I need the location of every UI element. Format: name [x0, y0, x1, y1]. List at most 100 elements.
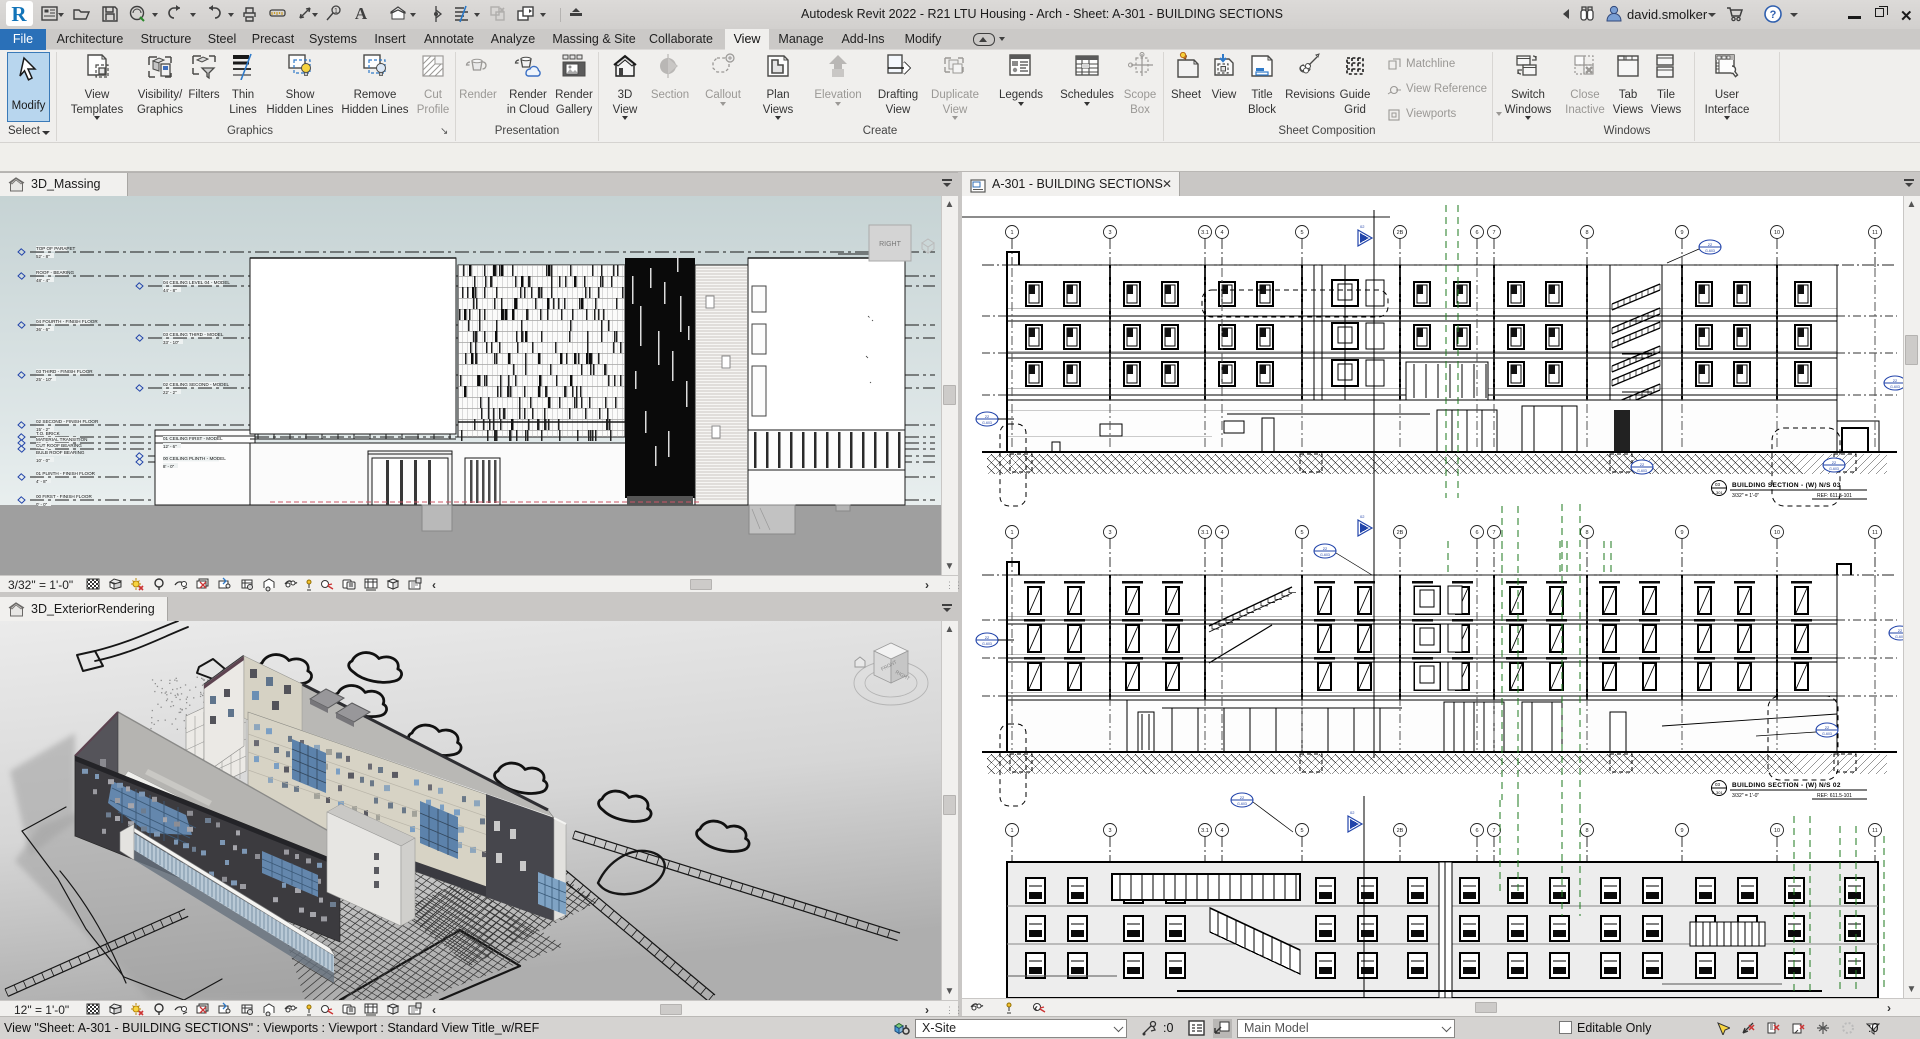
svg-text:11: 11	[1872, 828, 1878, 834]
svg-text:G-603: G-603	[1637, 469, 1647, 473]
svg-text:G-603: G-603	[1890, 385, 1900, 389]
svg-text:22: 22	[1640, 462, 1645, 467]
svg-text:7: 7	[1492, 530, 1495, 536]
svg-text:A-301: A-301	[1712, 490, 1723, 495]
svg-text:9: 9	[1680, 530, 1683, 536]
svg-text:BUILDING SECTION - (W) N/S 02: BUILDING SECTION - (W) N/S 02	[1732, 782, 1841, 789]
svg-text:CUT ROOF BEARING: CUT ROOF BEARING	[36, 443, 82, 448]
svg-text:04 CEILING LEVEL 04 - MODEL: 04 CEILING LEVEL 04 - MODEL	[163, 280, 230, 285]
svg-text:2B: 2B	[1397, 530, 1404, 536]
svg-text:G-603: G-603	[1829, 467, 1839, 471]
svg-text:02 CEILING SECOND - MODEL: 02 CEILING SECOND - MODEL	[163, 382, 230, 387]
svg-text:6: 6	[1475, 230, 1478, 236]
svg-text:R: R	[11, 2, 27, 26]
svg-text:52' - 8": 52' - 8"	[36, 254, 50, 259]
svg-text:3/32" = 1'-0": 3/32" = 1'-0"	[1732, 493, 1759, 499]
svg-text:4: 4	[1220, 230, 1223, 236]
svg-text:5: 5	[1300, 530, 1303, 536]
svg-text:MATERIAL TRANSITION: MATERIAL TRANSITION	[36, 437, 87, 442]
svg-text:10: 10	[1774, 530, 1780, 536]
svg-text:REF: 611.5-101: REF: 611.5-101	[1817, 493, 1852, 499]
svg-text:02: 02	[1360, 514, 1365, 519]
svg-text:22: 22	[1708, 242, 1713, 247]
svg-text:7: 7	[1492, 828, 1495, 834]
svg-text:G-603: G-603	[982, 642, 992, 646]
svg-text:TOP OF PARAPET: TOP OF PARAPET	[36, 246, 76, 251]
svg-text:10' - 0": 10' - 0"	[36, 458, 50, 463]
svg-text:REF: 611.5-101: REF: 611.5-101	[1817, 793, 1852, 799]
svg-text:02 SECOND - FINISH FLOOR: 02 SECOND - FINISH FLOOR	[36, 419, 99, 424]
svg-text:8: 8	[1585, 828, 1588, 834]
svg-text:G-603: G-603	[1237, 802, 1247, 806]
svg-text:11: 11	[1872, 530, 1878, 536]
svg-text:33' - 10": 33' - 10"	[163, 340, 180, 345]
svg-text:11: 11	[1872, 230, 1878, 236]
svg-text:36' - 6": 36' - 6"	[36, 327, 50, 332]
svg-text:48' - 4": 48' - 4"	[36, 278, 50, 283]
svg-text:0' - 0": 0' - 0"	[36, 502, 48, 507]
svg-text:44' - 8": 44' - 8"	[163, 288, 177, 293]
svg-text:3: 3	[1108, 530, 1111, 536]
svg-text:8' - 0": 8' - 0"	[163, 464, 175, 469]
svg-text:8: 8	[1585, 230, 1588, 236]
svg-text:22: 22	[985, 414, 990, 419]
svg-text:A-301: A-301	[1712, 790, 1723, 795]
svg-text:G-603: G-603	[1320, 553, 1330, 557]
svg-text:00 CEILING PLINTH - MODEL: 00 CEILING PLINTH - MODEL	[163, 456, 226, 461]
svg-text:02: 02	[1350, 810, 1355, 815]
svg-text:22: 22	[1240, 795, 1245, 800]
svg-text:04 FOURTH - FINISH FLOOR: 04 FOURTH - FINISH FLOOR	[36, 319, 98, 324]
svg-text:03: 03	[1715, 482, 1721, 487]
svg-text:RIGHT: RIGHT	[879, 241, 902, 248]
svg-text:1: 1	[1010, 530, 1013, 536]
svg-text:22: 22	[985, 635, 990, 640]
svg-text:03 THIRD - FINISH FLOOR: 03 THIRD - FINISH FLOOR	[36, 369, 93, 374]
svg-text:3: 3	[1108, 828, 1111, 834]
svg-text:22: 22	[1898, 628, 1903, 633]
svg-text:G-603: G-603	[1705, 249, 1715, 253]
svg-text:01 CEILING FIRST - MODEL: 01 CEILING FIRST - MODEL	[163, 436, 223, 441]
svg-text:8: 8	[1585, 530, 1588, 536]
svg-text:00 FIRST - FINISH FLOOR: 00 FIRST - FINISH FLOOR	[36, 494, 92, 499]
svg-text:A: A	[355, 4, 368, 23]
svg-text:3.1: 3.1	[1201, 828, 1209, 834]
svg-text:G-603: G-603	[1822, 732, 1832, 736]
svg-text:22: 22	[1825, 725, 1830, 730]
svg-text:BULB ROOF BEARING: BULB ROOF BEARING	[36, 450, 85, 455]
svg-text:1: 1	[334, 8, 338, 15]
svg-text:7: 7	[1492, 230, 1495, 236]
svg-text:03 CEILING THIRD - MODEL: 03 CEILING THIRD - MODEL	[163, 332, 224, 337]
svg-text:9: 9	[1680, 230, 1683, 236]
svg-text:5: 5	[1300, 230, 1303, 236]
svg-text:G-603: G-603	[982, 421, 992, 425]
svg-text:T.O. BRICK: T.O. BRICK	[36, 431, 61, 436]
svg-text:3/32" = 1'-0": 3/32" = 1'-0"	[1732, 793, 1759, 799]
svg-text:6: 6	[1475, 828, 1478, 834]
svg-text:3.1: 3.1	[1201, 530, 1209, 536]
svg-text:5: 5	[1300, 828, 1303, 834]
svg-text:6: 6	[1475, 530, 1478, 536]
svg-text:22: 22	[1323, 546, 1328, 551]
svg-text:4: 4	[1220, 828, 1223, 834]
svg-text:22: 22	[1893, 378, 1898, 383]
svg-text:10: 10	[1774, 230, 1780, 236]
svg-text:25' - 10": 25' - 10"	[36, 377, 53, 382]
svg-text:G-603: G-603	[1895, 635, 1903, 639]
svg-text:3: 3	[1108, 230, 1111, 236]
svg-text:4' - 8": 4' - 8"	[36, 479, 48, 484]
svg-text:BUILDING SECTION - (W) N/S 03: BUILDING SECTION - (W) N/S 03	[1732, 482, 1841, 489]
svg-text:9: 9	[1680, 828, 1683, 834]
svg-text:12' - 6": 12' - 6"	[163, 444, 177, 449]
svg-text:2B: 2B	[1397, 828, 1404, 834]
svg-text:22: 22	[1832, 460, 1837, 465]
svg-text:?: ?	[1770, 9, 1777, 21]
svg-text:2B: 2B	[1397, 230, 1404, 236]
svg-text:1: 1	[1010, 828, 1013, 834]
svg-text:02: 02	[1360, 224, 1365, 229]
svg-text:4: 4	[1220, 530, 1223, 536]
svg-text:10: 10	[1774, 828, 1780, 834]
svg-text:03: 03	[1715, 782, 1721, 787]
svg-text:1: 1	[1010, 230, 1013, 236]
svg-text:ROOF - BEARING: ROOF - BEARING	[36, 270, 74, 275]
svg-text:22' - 2": 22' - 2"	[163, 390, 177, 395]
